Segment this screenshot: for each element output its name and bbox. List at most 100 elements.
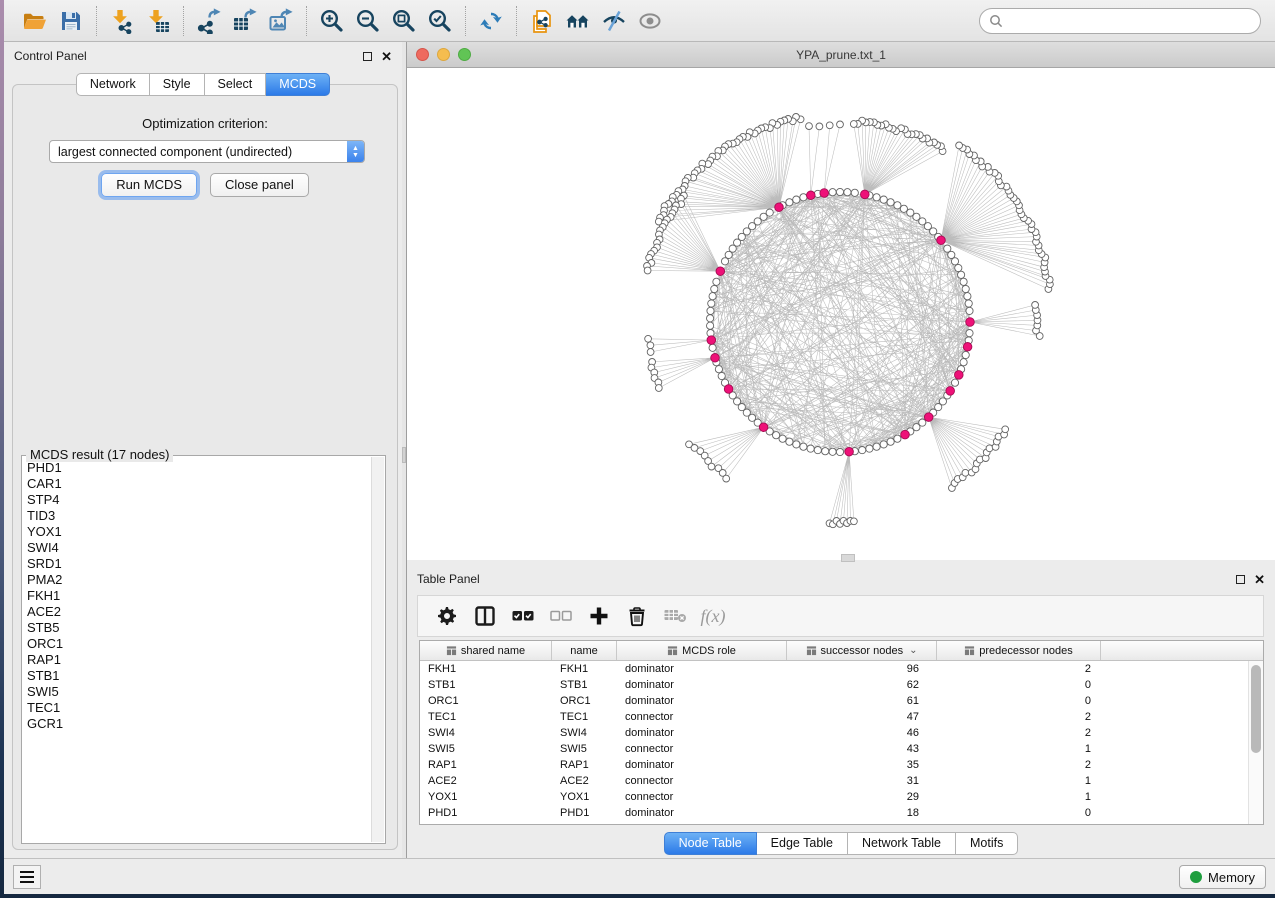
graph-mcds-node[interactable] <box>963 343 972 352</box>
mcds-list-scrollbar[interactable] <box>371 457 384 842</box>
graph-node[interactable] <box>709 293 716 300</box>
delete-column-button[interactable] <box>618 599 656 633</box>
mcds-result-item[interactable]: PHD1 <box>27 460 370 476</box>
zoom-fit-button[interactable] <box>386 4 422 38</box>
graph-node[interactable] <box>729 245 736 252</box>
graph-node[interactable] <box>773 432 780 439</box>
graph-node[interactable] <box>894 435 901 442</box>
graph-leaf-node[interactable] <box>816 123 823 130</box>
task-history-button[interactable] <box>13 865 41 889</box>
graph-mcds-node[interactable] <box>759 423 768 432</box>
graph-leaf-node[interactable] <box>644 267 651 274</box>
search-box[interactable] <box>979 8 1261 34</box>
mcds-result-item[interactable]: PMA2 <box>27 572 370 588</box>
graph-leaf-node[interactable] <box>837 121 844 128</box>
table-row[interactable]: SWI4SWI4dominator462 <box>420 725 1248 741</box>
table-row[interactable]: TEC1TEC1connector472 <box>420 709 1248 725</box>
graph-mcds-node[interactable] <box>861 190 870 199</box>
table-row[interactable]: FKH1FKH1dominator962 <box>420 661 1248 677</box>
import-network-button[interactable] <box>104 4 140 38</box>
mcds-result-item[interactable]: STB1 <box>27 668 370 684</box>
mcds-result-item[interactable]: ACE2 <box>27 604 370 620</box>
show-all-button[interactable] <box>632 4 668 38</box>
graph-node[interactable] <box>944 245 951 252</box>
delete-table-button[interactable] <box>656 599 694 633</box>
graph-node[interactable] <box>900 205 907 212</box>
graph-leaf-node[interactable] <box>956 142 963 149</box>
graph-node[interactable] <box>866 445 873 452</box>
graph-node[interactable] <box>793 196 800 203</box>
graph-node[interactable] <box>894 202 901 209</box>
close-table-panel-icon[interactable]: ✕ <box>1254 575 1265 584</box>
tab-style[interactable]: Style <box>150 73 205 96</box>
graph-node[interactable] <box>951 258 958 265</box>
graph-node[interactable] <box>958 271 965 278</box>
graph-mcds-node[interactable] <box>820 189 829 198</box>
graph-node[interactable] <box>960 359 967 366</box>
open-file-button[interactable] <box>17 4 53 38</box>
mcds-result-item[interactable]: TEC1 <box>27 700 370 716</box>
export-network-button[interactable] <box>191 4 227 38</box>
graph-node[interactable] <box>814 447 821 454</box>
graph-node[interactable] <box>718 372 725 379</box>
graph-node[interactable] <box>962 285 969 292</box>
import-table-button[interactable] <box>140 4 176 38</box>
search-input[interactable] <box>1008 14 1251 28</box>
graph-node[interactable] <box>715 366 722 373</box>
memory-button[interactable]: Memory <box>1179 865 1266 889</box>
graph-mcds-node[interactable] <box>937 236 946 245</box>
table-scrollbar-thumb[interactable] <box>1251 665 1261 753</box>
export-table-button[interactable] <box>227 4 263 38</box>
graph-node[interactable] <box>836 448 843 455</box>
graph-mcds-node[interactable] <box>807 191 816 200</box>
export-image-button[interactable] <box>263 4 299 38</box>
column-header-successor-nodes[interactable]: successor nodes⌄ <box>787 641 937 660</box>
mcds-result-item[interactable]: YOX1 <box>27 524 370 540</box>
graph-node[interactable] <box>965 300 972 307</box>
graph-leaf-node[interactable] <box>826 122 833 129</box>
graph-node[interactable] <box>960 278 967 285</box>
tab-edge-table[interactable]: Edge Table <box>757 832 848 855</box>
close-panel-button[interactable]: Close panel <box>210 173 309 197</box>
table-row[interactable]: ORC1ORC1dominator610 <box>420 693 1248 709</box>
graph-node[interactable] <box>859 447 866 454</box>
graph-node[interactable] <box>851 189 858 196</box>
network-canvas[interactable] <box>407 68 1275 560</box>
graph-node[interactable] <box>793 441 800 448</box>
table-row[interactable]: RAP1RAP1dominator352 <box>420 757 1248 773</box>
table-row[interactable]: PHD1PHD1dominator180 <box>420 805 1248 821</box>
graph-mcds-node[interactable] <box>845 447 854 456</box>
graph-mcds-node[interactable] <box>901 430 910 439</box>
network-titlebar[interactable]: YPA_prune.txt_1 <box>407 42 1275 68</box>
table-scrollbar[interactable] <box>1248 661 1263 824</box>
graph-leaf-node[interactable] <box>851 518 858 525</box>
column-header-mcds-role[interactable]: MCDS role <box>617 641 787 660</box>
tab-node-table[interactable]: Node Table <box>664 832 757 855</box>
toggle-columns-button[interactable] <box>466 599 504 633</box>
mcds-result-item[interactable]: RAP1 <box>27 652 370 668</box>
graph-node[interactable] <box>713 278 720 285</box>
graph-node[interactable] <box>707 315 714 322</box>
graph-node[interactable] <box>873 194 880 201</box>
graph-node[interactable] <box>955 264 962 271</box>
mcds-result-item[interactable]: STP4 <box>27 492 370 508</box>
optimization-criterion-select[interactable]: largest connected component (undirected)… <box>49 140 365 163</box>
float-panel-icon[interactable] <box>363 52 372 61</box>
refresh-view-button[interactable] <box>473 4 509 38</box>
mcds-result-item[interactable]: TID3 <box>27 508 370 524</box>
graph-node[interactable] <box>725 251 732 258</box>
graph-node[interactable] <box>822 448 829 455</box>
graph-node[interactable] <box>779 435 786 442</box>
add-column-button[interactable] <box>580 599 618 633</box>
graph-node[interactable] <box>800 443 807 450</box>
graph-node[interactable] <box>964 293 971 300</box>
zoom-in-button[interactable] <box>314 4 350 38</box>
graph-node[interactable] <box>887 438 894 445</box>
graph-mcds-node[interactable] <box>711 354 720 363</box>
graph-mcds-node[interactable] <box>946 387 955 396</box>
graph-leaf-node[interactable] <box>645 335 652 342</box>
graph-node[interactable] <box>907 209 914 216</box>
graph-leaf-node[interactable] <box>647 349 654 356</box>
graph-node[interactable] <box>786 199 793 206</box>
graph-leaf-node[interactable] <box>962 469 969 476</box>
